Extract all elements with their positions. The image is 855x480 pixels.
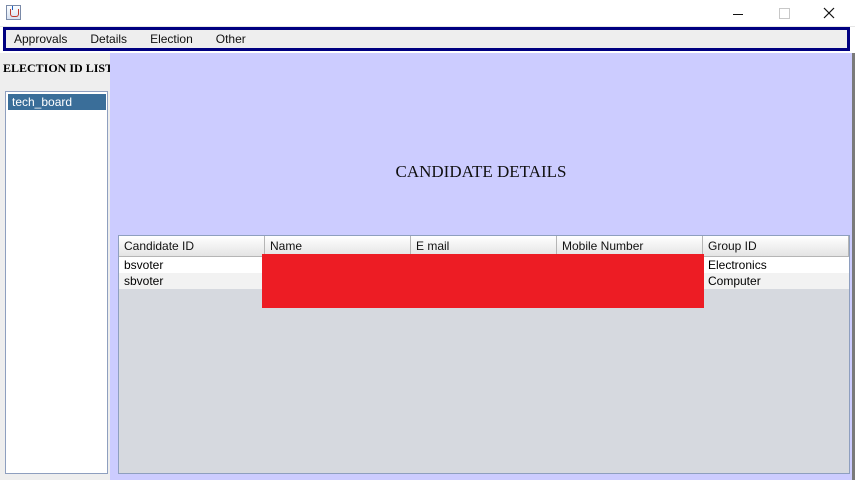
maximize-button[interactable] <box>761 0 807 26</box>
column-header-name[interactable]: Name <box>265 236 411 256</box>
election-id-item[interactable]: tech_board <box>8 94 106 110</box>
menu-bar: Approvals Details Election Other <box>3 27 850 51</box>
close-button[interactable] <box>806 0 852 26</box>
close-icon <box>823 7 835 19</box>
window-titlebar <box>0 0 855 27</box>
java-cup-icon <box>6 5 21 20</box>
column-header-mobile-number[interactable]: Mobile Number <box>557 236 703 256</box>
menu-other[interactable]: Other <box>212 30 256 48</box>
minimize-button[interactable] <box>715 0 761 26</box>
column-header-email[interactable]: E mail <box>411 236 557 256</box>
menu-details[interactable]: Details <box>86 30 137 48</box>
maximize-icon <box>778 7 790 19</box>
column-header-candidate-id[interactable]: Candidate ID <box>119 236 265 256</box>
election-id-list-title: ELECTION ID LIST <box>3 61 114 75</box>
minimize-icon <box>733 13 743 15</box>
cell-candidate-id: bsvoter <box>124 258 164 272</box>
cell-group-id: Electronics <box>708 258 767 272</box>
election-id-list[interactable]: tech_board <box>5 91 108 474</box>
page-title: CANDIDATE DETAILS <box>395 162 567 181</box>
redaction-block <box>262 254 704 308</box>
cell-candidate-id: sbvoter <box>124 274 164 288</box>
menu-election[interactable]: Election <box>146 30 203 48</box>
cell-group-id: Computer <box>708 274 761 288</box>
menu-approvals[interactable]: Approvals <box>10 30 77 48</box>
column-header-group-id[interactable]: Group ID <box>703 236 849 256</box>
